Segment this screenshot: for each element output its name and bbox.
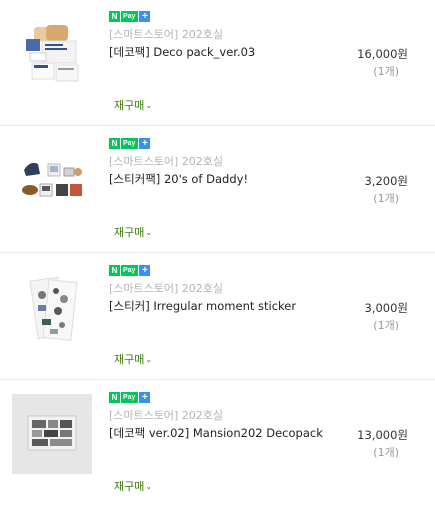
npay-badge: N Pay + [109, 265, 151, 276]
npay-n-icon: N [109, 392, 120, 403]
npay-badge: N Pay + [109, 138, 151, 149]
store-name[interactable]: [스마트스토어] 202호실 [109, 153, 223, 169]
rebuy-label: 재구매 [114, 480, 145, 493]
plus-icon: + [139, 392, 151, 403]
price: 16,000원 [357, 47, 408, 61]
rebuy-button[interactable]: 재구매 ⌄ [114, 351, 152, 367]
rebuy-label: 재구매 [114, 226, 145, 239]
store-name[interactable]: [스마트스토어] 202호실 [109, 280, 223, 296]
npay-pay-label: Pay [121, 265, 139, 276]
order-item: N Pay + [스마트스토어] 202호실 [데코팩 ver.02] Mans… [0, 381, 435, 505]
quantity: (1개) [373, 65, 399, 78]
npay-badge: N Pay + [109, 11, 151, 22]
price: 13,000원 [357, 428, 408, 442]
plus-icon: + [139, 11, 151, 22]
npay-pay-label: Pay [121, 392, 139, 403]
chevron-down-icon: ⌄ [145, 481, 153, 491]
chevron-down-icon: ⌄ [145, 227, 153, 237]
rebuy-button[interactable]: 재구매 ⌄ [114, 97, 152, 113]
npay-pay-label: Pay [121, 11, 139, 22]
npay-pay-label: Pay [121, 138, 139, 149]
product-title[interactable]: [데코팩] Deco pack_ver.03 [109, 44, 255, 60]
order-item: N Pay + [스마트스토어] 202호실 [스티커] Irregular m… [0, 254, 435, 380]
plus-icon: + [139, 138, 151, 149]
plus-icon: + [139, 265, 151, 276]
npay-n-icon: N [109, 11, 120, 22]
order-item: N Pay + [스마트스토어] 202호실 [스티커팩] 20's of Da… [0, 127, 435, 253]
price: 3,200원 [364, 174, 408, 188]
npay-badge: N Pay + [109, 392, 151, 403]
quantity: (1개) [373, 446, 399, 459]
store-name[interactable]: [스마트스토어] 202호실 [109, 407, 223, 423]
order-item: N Pay + [스마트스토어] 202호실 [데코팩] Deco pack_v… [0, 0, 435, 126]
npay-n-icon: N [109, 138, 120, 149]
price: 3,000원 [364, 301, 408, 315]
chevron-down-icon: ⌄ [145, 354, 153, 364]
npay-n-icon: N [109, 265, 120, 276]
product-thumbnail[interactable] [12, 140, 92, 220]
product-thumbnail[interactable] [12, 13, 92, 93]
store-name[interactable]: [스마트스토어] 202호실 [109, 26, 223, 42]
rebuy-button[interactable]: 재구매 ⌄ [114, 478, 152, 494]
product-title[interactable]: [데코팩 ver.02] Mansion202 Decopack [109, 425, 323, 441]
product-title[interactable]: [스티커팩] 20's of Daddy! [109, 171, 248, 187]
rebuy-label: 재구매 [114, 353, 145, 366]
product-thumbnail[interactable] [12, 394, 92, 474]
rebuy-button[interactable]: 재구매 ⌄ [114, 224, 152, 240]
product-thumbnail[interactable] [12, 267, 92, 347]
rebuy-label: 재구매 [114, 99, 145, 112]
quantity: (1개) [373, 319, 399, 332]
chevron-down-icon: ⌄ [145, 100, 153, 110]
product-title[interactable]: [스티커] Irregular moment sticker [109, 298, 296, 314]
quantity: (1개) [373, 192, 399, 205]
